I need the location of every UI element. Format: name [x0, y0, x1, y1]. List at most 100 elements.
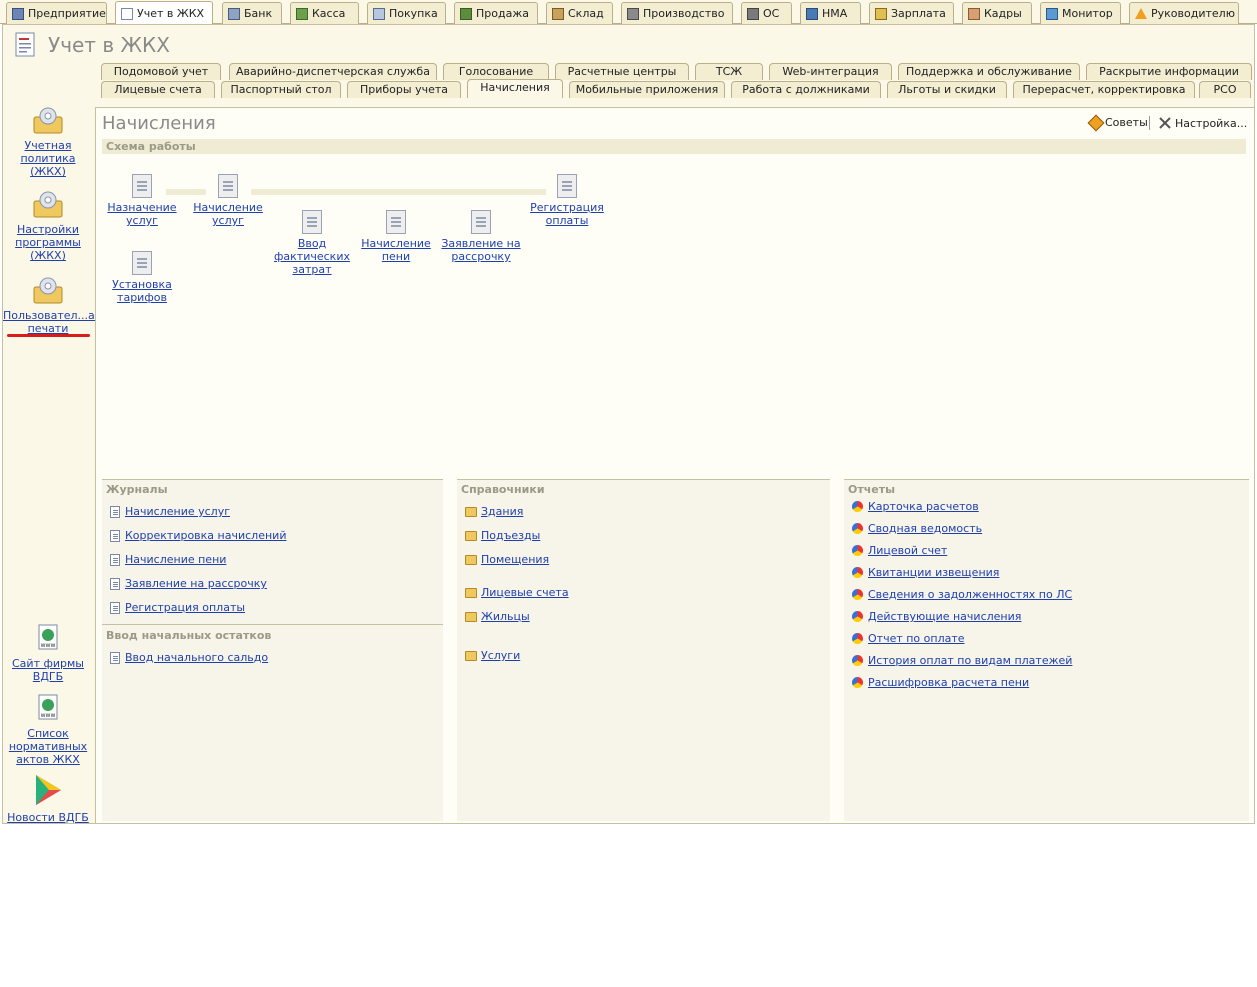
subtab-emergency-service[interactable]: Аварийно-диспетчерская служба	[229, 63, 437, 80]
report-icon	[852, 589, 863, 600]
document-icon	[386, 210, 406, 234]
tab-management[interactable]: Руководителю	[1129, 2, 1239, 24]
warehouse-icon	[552, 7, 564, 20]
catalog-link[interactable]: Здания	[465, 505, 523, 518]
program-settings-link[interactable]: Настройки программы (ЖКХ)	[3, 223, 93, 262]
report-icon	[852, 523, 863, 534]
subtab-disclosure[interactable]: Раскрытие информации	[1086, 63, 1252, 80]
tab-cash[interactable]: Касса	[290, 2, 359, 24]
tips-button[interactable]: Советы	[1087, 114, 1148, 131]
opening-balance-link[interactable]: Ввод начального сальдо	[110, 651, 268, 664]
scheme-assign-services[interactable]: Назначение услуг	[102, 174, 182, 227]
tariffs-link[interactable]: Установка тарифов	[112, 278, 172, 304]
subtab-meters[interactable]: Приборы учета	[347, 81, 461, 98]
program-settings-item[interactable]: Настройки программы (ЖКХ)	[3, 189, 93, 262]
reports-header: Отчеты	[848, 483, 896, 496]
subtab-web-integration[interactable]: Web-интеграция	[769, 63, 892, 80]
report-link[interactable]: Расшифровка расчета пени	[852, 676, 1029, 689]
accrual-services-link[interactable]: Начисление услуг	[193, 201, 263, 227]
subtab-settlement-centers[interactable]: Расчетные центры	[555, 63, 689, 80]
bank-icon	[228, 7, 240, 20]
scheme-actual-costs[interactable]: Ввод фактических затрат	[272, 210, 352, 276]
tab-salary[interactable]: Зарплата	[869, 2, 954, 24]
document-icon	[15, 32, 37, 58]
actual-costs-link[interactable]: Ввод фактических затрат	[274, 237, 350, 276]
report-link[interactable]: Сведения о задолженностях по ЛС	[852, 588, 1072, 601]
journal-link[interactable]: Начисление пени	[110, 553, 226, 566]
installment-link[interactable]: Заявление на рассрочку	[441, 237, 520, 263]
subtab-accruals[interactable]: Начисления	[467, 79, 563, 98]
subtab-rso[interactable]: РСО	[1199, 81, 1251, 98]
catalog-link[interactable]: Жильцы	[465, 610, 530, 623]
tab-monitor[interactable]: Монитор	[1040, 2, 1121, 24]
tab-fixed-assets[interactable]: ОС	[741, 2, 792, 24]
report-link[interactable]: Карточка расчетов	[852, 500, 979, 513]
tab-personnel[interactable]: Кадры	[962, 2, 1032, 24]
journal-icon	[110, 553, 120, 566]
top-tab-bar: Предприятие Учет в ЖКХ Банк Касса Покупк…	[0, 0, 1257, 25]
scheme-installment[interactable]: Заявление на рассрочку	[441, 210, 521, 263]
accounting-policy-item[interactable]: Учетная политика (ЖКХ)	[3, 105, 93, 178]
subtab-mobile-apps[interactable]: Мобильные приложения	[569, 81, 725, 98]
journal-link[interactable]: Регистрация оплаты	[110, 601, 245, 614]
print-packages-link[interactable]: Пользовател...акеты печати	[3, 309, 123, 335]
vdgb-news-link[interactable]: Новости ВДГБ	[3, 811, 93, 824]
accounting-policy-link[interactable]: Учетная политика (ЖКХ)	[3, 139, 93, 178]
journal-icon	[110, 651, 120, 664]
report-link[interactable]: Лицевой счет	[852, 544, 947, 557]
vdgb-news-item[interactable]: Новости ВДГБ	[3, 773, 93, 824]
tab-intangible-assets[interactable]: НМА	[800, 2, 861, 24]
report-link[interactable]: Квитанции извещения	[852, 566, 999, 579]
tab-production[interactable]: Производство	[621, 2, 733, 24]
catalog-link[interactable]: Подъезды	[465, 529, 540, 542]
settings-button[interactable]: Настройка...	[1158, 116, 1247, 130]
tab-purchase[interactable]: Покупка	[367, 2, 446, 24]
payment-registration-link[interactable]: Регистрация оплаты	[530, 201, 604, 227]
subtab-benefits[interactable]: Льготы и скидки	[887, 81, 1007, 98]
tab-housing-accounting[interactable]: Учет в ЖКХ	[115, 1, 213, 25]
report-link[interactable]: Отчет по оплате	[852, 632, 965, 645]
tab-sales[interactable]: Продажа	[454, 2, 538, 24]
journal-icon	[110, 505, 120, 518]
scheme-tariffs[interactable]: Установка тарифов	[102, 251, 182, 304]
journal-link[interactable]: Корректировка начислений	[110, 529, 286, 542]
subtab-personal-accounts[interactable]: Лицевые счета	[101, 81, 215, 98]
subtab-building-accounting[interactable]: Подомовой учет	[101, 63, 221, 80]
catalog-link[interactable]: Лицевые счета	[465, 586, 569, 599]
production-icon	[627, 7, 639, 20]
report-link[interactable]: Действующие начисления	[852, 610, 1021, 623]
subtab-hoa[interactable]: ТСЖ	[695, 63, 763, 80]
catalog-link[interactable]: Услуги	[465, 649, 520, 662]
tab-warehouse[interactable]: Склад	[546, 2, 613, 24]
tab-enterprise[interactable]: Предприятие	[6, 2, 107, 24]
report-link[interactable]: Сводная ведомость	[852, 522, 982, 535]
regulations-item[interactable]: www Список нормативных актов ЖКХ	[3, 693, 93, 766]
tab-bank[interactable]: Банк	[222, 2, 282, 24]
panel-divider	[102, 624, 443, 625]
subtab-passport-office[interactable]: Паспортный стол	[221, 81, 341, 98]
toolbar-separator	[1149, 116, 1150, 130]
vdgb-site-link[interactable]: Сайт фирмы ВДГБ	[3, 657, 93, 683]
penalty-link[interactable]: Начисление пени	[361, 237, 431, 263]
assign-services-link[interactable]: Назначение услуг	[107, 201, 176, 227]
vdgb-site-item[interactable]: www Сайт фирмы ВДГБ	[3, 623, 93, 683]
journal-link[interactable]: Начисление услуг	[110, 505, 230, 518]
catalogs-header: Справочники	[461, 483, 545, 496]
journals-header: Журналы	[106, 483, 168, 496]
scheme-accrual-services[interactable]: Начисление услуг	[188, 174, 268, 227]
subtab-recalculation[interactable]: Перерасчет, корректировка	[1013, 81, 1195, 98]
subtab-support[interactable]: Поддержка и обслуживание	[898, 63, 1080, 80]
play-store-icon	[31, 773, 65, 807]
scheme-penalty[interactable]: Начисление пени	[356, 210, 436, 263]
subtab-voting[interactable]: Голосование	[443, 63, 549, 80]
settings-folder-icon	[31, 275, 65, 305]
regulations-link[interactable]: Список нормативных актов ЖКХ	[3, 727, 93, 766]
journal-link[interactable]: Заявление на рассрочку	[110, 577, 267, 590]
print-packages-item[interactable]: Пользовател...акеты печати	[3, 275, 123, 335]
subtab-debtors[interactable]: Работа с должниками	[731, 81, 881, 98]
opening-balances-header: Ввод начальных остатков	[106, 629, 272, 642]
catalog-link[interactable]: Помещения	[465, 553, 549, 566]
scheme-payment-registration[interactable]: Регистрация оплаты	[527, 174, 607, 227]
report-link[interactable]: История оплат по видам платежей	[852, 654, 1072, 667]
report-icon	[852, 545, 863, 556]
